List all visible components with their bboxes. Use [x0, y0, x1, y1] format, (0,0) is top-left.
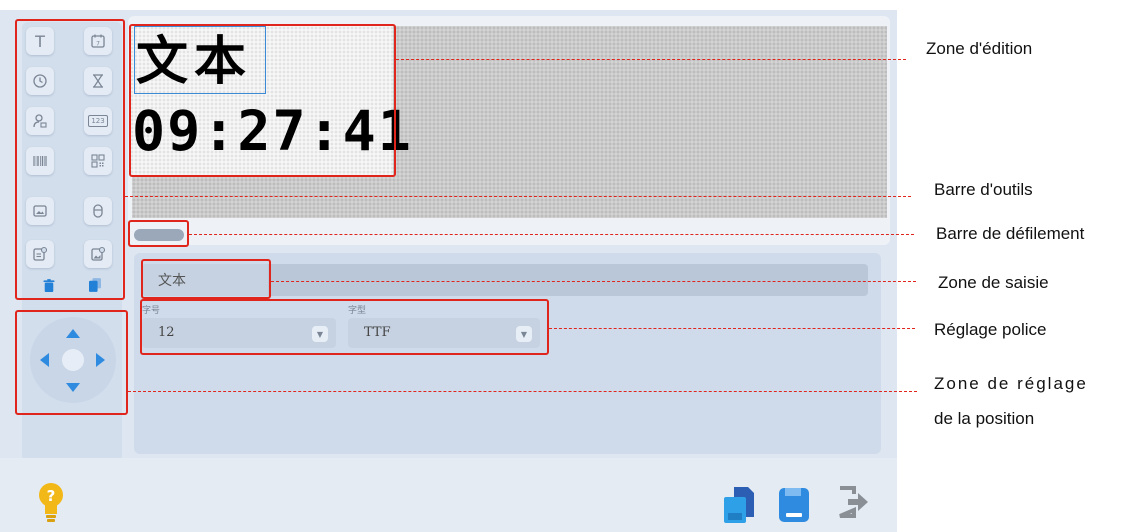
- label-input-zone: Zone de saisie: [938, 273, 1049, 292]
- annotation-box-position: [15, 310, 128, 415]
- exit-button[interactable]: [838, 486, 870, 518]
- leader-position: [128, 391, 917, 392]
- exit-icon: [839, 486, 868, 518]
- leader-edit-zone: [396, 59, 906, 60]
- save-as-button[interactable]: [722, 487, 754, 523]
- help-button[interactable]: ?: [38, 482, 64, 524]
- leader-toolbar: [125, 196, 911, 197]
- bottom-bar: [0, 458, 897, 532]
- label-toolbar: Barre d'outils: [934, 180, 1033, 199]
- annotation-box-input: [141, 259, 271, 299]
- label-position-line2: de la position: [934, 409, 1035, 428]
- label-edit-zone: Zone d'édition: [926, 39, 1033, 58]
- leader-scrollbar: [189, 234, 914, 235]
- lightbulb-icon: ?: [39, 483, 63, 522]
- label-font-setting: Réglage police: [934, 320, 1047, 339]
- label-position-line1: Zone de réglage: [934, 374, 1088, 393]
- svg-text:?: ?: [47, 487, 56, 505]
- leader-font: [549, 328, 915, 329]
- save-button[interactable]: [779, 488, 809, 522]
- annotation-box-edit-zone: [129, 24, 396, 177]
- annotation-box-toolbar: [15, 19, 125, 300]
- save-as-icon: [724, 487, 754, 523]
- annotation-box-font: [140, 299, 549, 355]
- annotation-box-scrollbar: [128, 220, 189, 247]
- label-scrollbar: Barre de défilement: [936, 224, 1085, 243]
- leader-input: [271, 281, 916, 282]
- save-icon: [779, 488, 809, 522]
